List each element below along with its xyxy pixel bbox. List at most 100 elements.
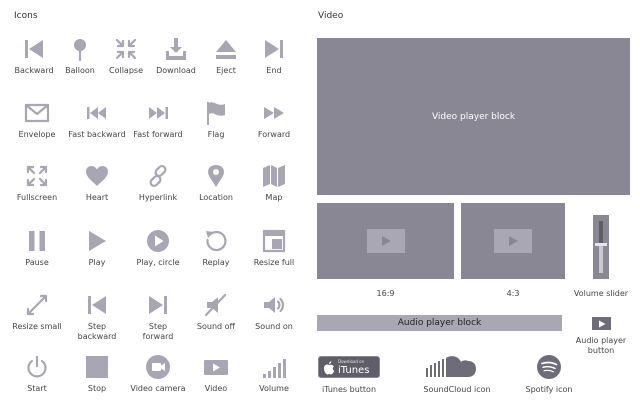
audio-player-button[interactable] — [592, 317, 611, 330]
icon-cell-fast-backward[interactable]: Fast backward — [67, 100, 127, 156]
sound-off-icon — [204, 293, 227, 317]
volume-slider-label: Volume slider — [573, 289, 629, 298]
icon-cell-fast-forward[interactable]: Fast forward — [128, 100, 188, 156]
icon-cell-stop[interactable]: Stop — [67, 354, 127, 410]
icon-label: Sound on — [255, 322, 293, 331]
icon-label: Video — [204, 384, 228, 393]
icon-label: Volume — [259, 384, 289, 393]
video-player-16-9[interactable] — [317, 203, 454, 279]
download-icon — [166, 38, 186, 60]
envelope-icon — [24, 103, 50, 123]
end-icon — [265, 40, 283, 58]
video-camera-icon — [146, 355, 170, 379]
volume-slider-handle[interactable] — [595, 243, 607, 246]
video-player-4-3[interactable] — [461, 203, 565, 279]
heart-icon — [86, 166, 108, 186]
fast-backward-icon — [87, 107, 106, 119]
volume-icon — [263, 359, 286, 378]
volume-slider[interactable] — [593, 215, 609, 279]
play-icon — [89, 231, 106, 251]
play-icon — [509, 236, 518, 246]
icon-cell-pause[interactable]: Pause — [7, 228, 67, 284]
icon-label: Backward — [14, 66, 54, 75]
icon-cell-volume[interactable]: Volume — [244, 354, 304, 410]
icon-label: Fast forward — [133, 130, 183, 139]
icon-label: Hyperlink — [138, 193, 178, 202]
icon-label: End — [266, 66, 282, 75]
fast-forward-icon — [149, 107, 168, 119]
icon-label: Pause — [25, 258, 49, 267]
icon-cell-replay[interactable]: Replay — [186, 228, 246, 284]
icon-cell-location[interactable]: Location — [186, 163, 246, 219]
play-circle-icon — [147, 230, 169, 252]
location-icon — [208, 165, 224, 187]
play-badge — [366, 229, 405, 253]
icon-label: Fast backward — [68, 130, 126, 139]
ratio-16-9-label: 16:9 — [376, 289, 395, 298]
start-power-icon — [27, 355, 47, 378]
video-icon — [204, 360, 228, 375]
icon-cell-play[interactable]: Play — [67, 228, 127, 284]
map-icon — [263, 165, 285, 187]
itunes-button-label: iTunes button — [321, 385, 377, 394]
soundcloud-icon-label: SoundCloud icon — [423, 385, 491, 394]
play-icon — [381, 236, 391, 246]
icon-cell-play-circle[interactable]: Play, circle — [128, 228, 188, 284]
icon-label: Collapse — [109, 66, 143, 75]
spotify-icon[interactable] — [536, 354, 562, 380]
icon-cell-forward[interactable]: Forward — [244, 100, 304, 156]
icon-label: Replay — [202, 258, 230, 267]
icon-cell-step-backward[interactable]: Step backward — [67, 292, 127, 348]
apple-icon — [324, 361, 335, 375]
itunes-badge-small-text: Download on — [338, 359, 365, 364]
volume-slider-fill — [599, 244, 603, 273]
icon-label: Eject — [216, 66, 236, 75]
icon-label: Sound off — [196, 322, 236, 331]
icon-label: Resize small — [12, 322, 62, 331]
sound-on-icon — [264, 297, 285, 313]
pause-icon — [29, 231, 45, 251]
icon-cell-sound-off[interactable]: Sound off — [186, 292, 246, 348]
stop-icon — [86, 356, 108, 378]
icon-cell-end[interactable]: End — [244, 36, 304, 92]
icon-cell-hyperlink[interactable]: Hyperlink — [128, 163, 188, 219]
audio-player-block[interactable]: Audio player block — [317, 315, 562, 331]
balloon-icon — [74, 39, 86, 62]
icon-label: Map — [265, 193, 283, 202]
icon-cell-video[interactable]: Video — [186, 354, 246, 410]
itunes-button[interactable]: Download on iTunes — [318, 356, 380, 378]
icon-cell-flag[interactable]: Flag — [186, 100, 246, 156]
hyperlink-icon — [149, 164, 167, 188]
video-player-block-label: Video player block — [431, 111, 516, 122]
audio-player-block-label: Audio player block — [397, 318, 482, 328]
icon-cell-envelope[interactable]: Envelope — [7, 100, 67, 156]
replay-icon — [206, 230, 227, 252]
icon-cell-start-power[interactable]: Start — [7, 354, 67, 410]
step-backward-icon — [88, 296, 106, 314]
icon-cell-heart[interactable]: Heart — [67, 163, 127, 219]
ratio-4-3-label: 4:3 — [506, 289, 520, 298]
forward-icon — [264, 107, 284, 119]
itunes-badge-big-text: iTunes — [338, 365, 370, 376]
icon-cell-sound-on[interactable]: Sound on — [244, 292, 304, 348]
icon-label: Start — [27, 384, 47, 393]
icon-label: Play, circle — [136, 258, 180, 267]
icon-label: Envelope — [18, 130, 56, 139]
spotify-icon-label: Spotify icon — [525, 385, 573, 394]
icon-cell-fullscreen[interactable]: Fullscreen — [7, 163, 67, 219]
icon-cell-map[interactable]: Map — [244, 163, 304, 219]
eject-icon — [216, 40, 236, 59]
icon-label: Video camera — [130, 384, 186, 393]
resize-full-icon — [262, 229, 286, 253]
icon-cell-resize-small[interactable]: Resize small — [7, 292, 67, 348]
icon-label: Balloon — [65, 66, 95, 75]
icon-label: Play — [88, 258, 106, 267]
collapse-icon — [115, 38, 137, 60]
video-player-block[interactable]: Video player block — [317, 38, 630, 195]
icon-cell-step-forward[interactable]: Step forward — [128, 292, 188, 348]
icon-label: Forward — [257, 130, 291, 139]
icon-cell-video-camera[interactable]: Video camera — [128, 354, 188, 410]
icon-cell-resize-full[interactable]: Resize full — [244, 228, 304, 284]
fullscreen-icon — [26, 165, 48, 187]
soundcloud-icon[interactable] — [426, 354, 486, 380]
